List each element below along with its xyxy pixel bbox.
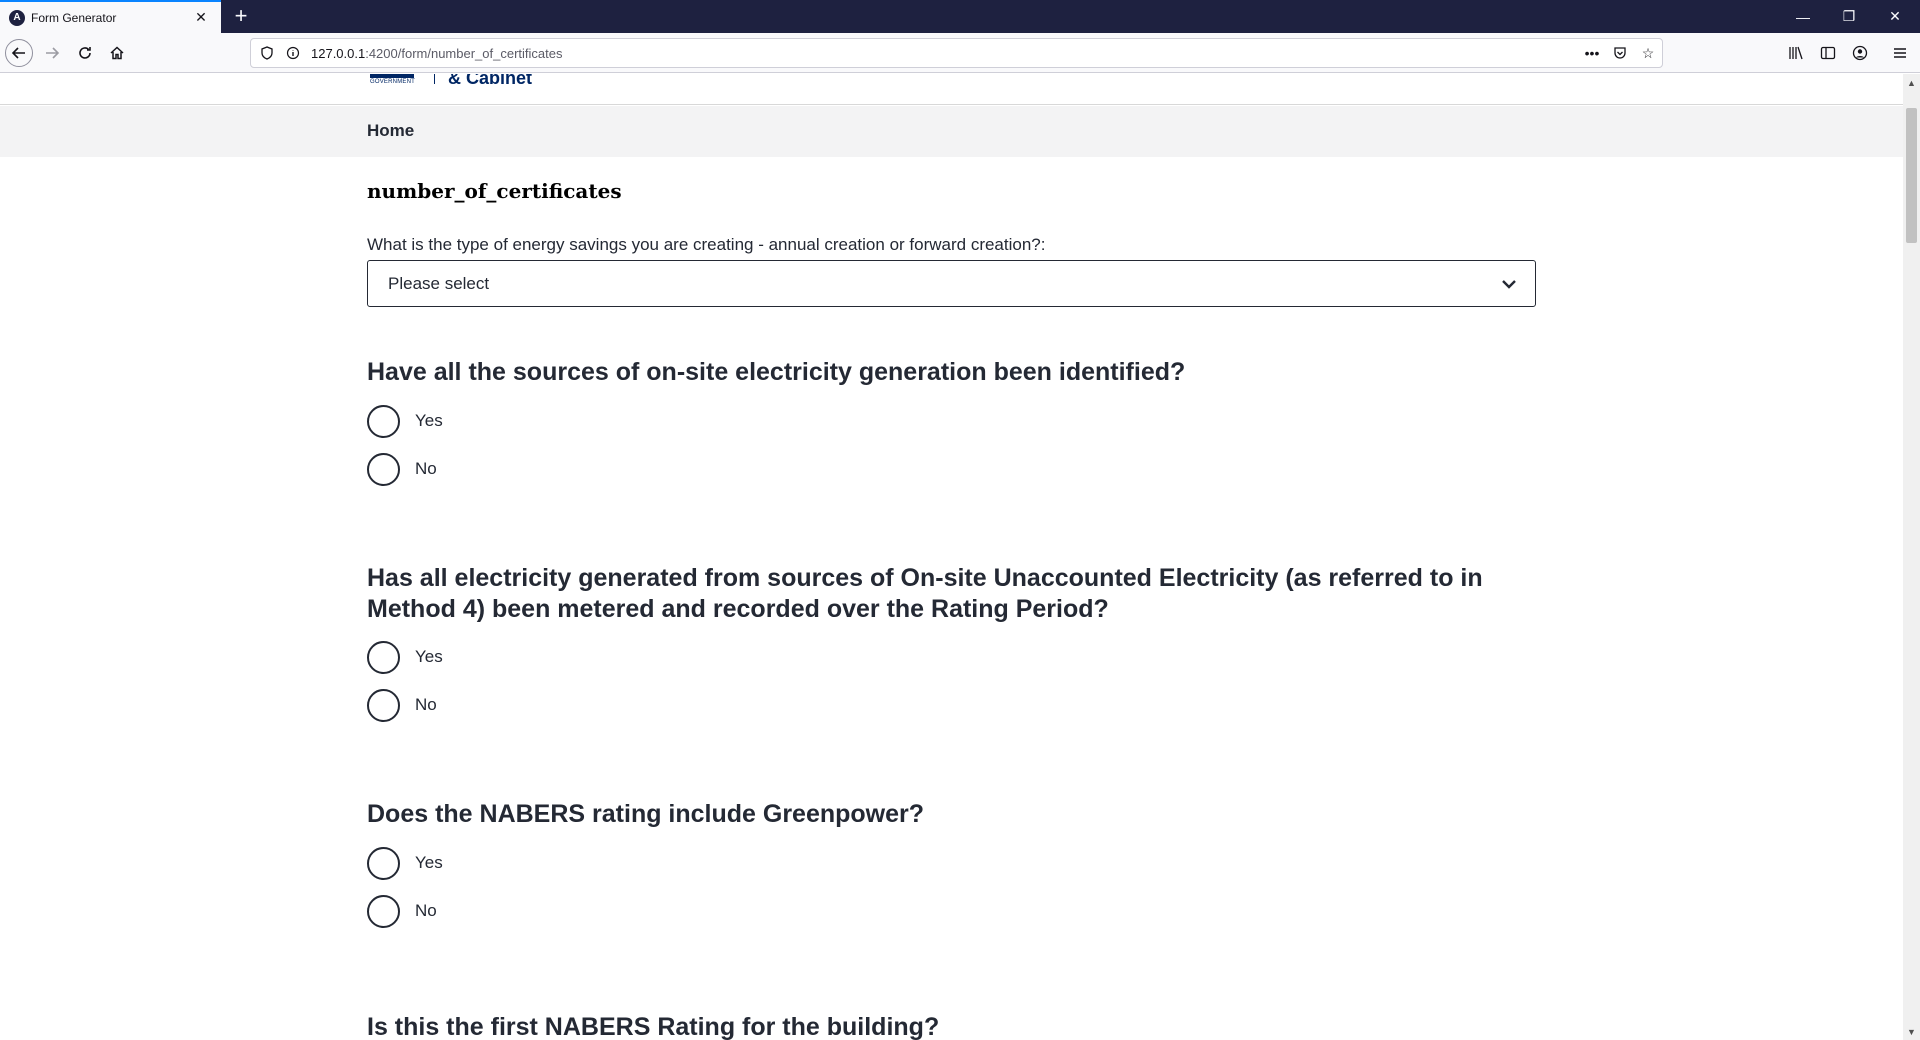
question-first-nabers-rating: Is this the first NABERS Rating for the … <box>367 1013 940 1040</box>
scroll-up-icon[interactable]: ▲ <box>1903 74 1920 91</box>
forward-button[interactable] <box>38 39 66 67</box>
back-button[interactable] <box>5 39 33 67</box>
scrollbar-thumb[interactable] <box>1906 108 1917 243</box>
question-greenpower: Does the NABERS rating include Greenpowe… <box>367 800 925 828</box>
select-value: Please select <box>388 273 490 293</box>
hamburger-icon[interactable] <box>1886 39 1914 67</box>
close-window-icon[interactable]: ✕ <box>1872 0 1918 33</box>
arrow-left-icon <box>11 47 25 59</box>
page-scrollbar[interactable]: ▲ ▼ <box>1903 74 1920 1040</box>
url-path: :4200/form/number_of_certificates <box>365 45 563 61</box>
question-onsite-sources: Have all the sources of on-site electric… <box>367 358 1186 386</box>
radio-button[interactable] <box>367 846 400 880</box>
new-tab-button[interactable]: + <box>229 4 253 28</box>
radio-label: Yes <box>415 853 443 872</box>
radio-label: No <box>415 459 437 478</box>
reload-icon <box>79 47 91 59</box>
nsw-government-logo[interactable]: GOVERNMENT <box>368 74 418 86</box>
chevron-down-icon <box>1497 272 1521 296</box>
radio-onsite-sources-no[interactable]: No <box>367 452 437 486</box>
browser-tab-active[interactable]: A Form Generator ✕ <box>0 0 221 33</box>
info-icon[interactable] <box>283 43 303 63</box>
radio-greenpower-yes[interactable]: Yes <box>367 846 443 880</box>
radio-label: Yes <box>415 647 443 666</box>
angular-favicon-icon: A <box>9 9 25 26</box>
home-icon <box>110 46 124 60</box>
shield-icon[interactable] <box>257 43 277 63</box>
home-button[interactable] <box>103 39 131 67</box>
logo-department-name: & Cabinet <box>448 74 533 88</box>
radio-unaccounted-electricity-no[interactable]: No <box>367 688 437 722</box>
radio-onsite-sources-yes[interactable]: Yes <box>367 404 443 438</box>
star-icon[interactable]: ☆ <box>1634 39 1662 67</box>
radio-greenpower-no[interactable]: No <box>367 894 437 928</box>
main-navigation: Home <box>0 106 1903 157</box>
radio-button[interactable] <box>367 640 400 674</box>
question-unaccounted-electricity: Has all electricity generated from sourc… <box>367 564 1483 623</box>
energy-savings-type-label: What is the type of energy savings you a… <box>367 235 1046 254</box>
pocket-icon[interactable] <box>1606 39 1634 67</box>
radio-unaccounted-electricity-yes[interactable]: Yes <box>367 640 443 674</box>
logo-divider <box>434 74 435 84</box>
browser-tab-bar: A Form Generator ✕ + — ❐ ✕ <box>0 0 1920 33</box>
energy-savings-type-select[interactable]: Please select <box>367 260 1536 307</box>
url-bar[interactable]: 127.0.0.1:4200/form/number_of_certificat… <box>250 38 1663 68</box>
close-tab-icon[interactable]: ✕ <box>191 8 211 28</box>
form-title: number_of_certificates <box>367 179 622 203</box>
reload-button[interactable] <box>71 39 99 67</box>
site-header: GOVERNMENT & Cabinet <box>0 74 1903 105</box>
account-icon[interactable] <box>1846 39 1874 67</box>
tab-title: Form Generator <box>31 10 117 25</box>
radio-button[interactable] <box>367 894 400 928</box>
url-text[interactable]: 127.0.0.1:4200/form/number_of_certificat… <box>311 46 1578 61</box>
more-dots-icon[interactable]: ••• <box>1578 39 1606 67</box>
arrow-right-icon <box>46 47 60 59</box>
url-host: 127.0.0.1 <box>311 45 366 61</box>
sidebar-icon[interactable] <box>1814 39 1842 67</box>
minimize-window-icon[interactable]: — <box>1780 0 1826 33</box>
logo-gov-small-text: GOVERNMENT <box>370 79 416 85</box>
library-icon[interactable] <box>1782 39 1810 67</box>
browser-toolbar: 127.0.0.1:4200/form/number_of_certificat… <box>0 33 1920 73</box>
radio-label: No <box>415 901 437 920</box>
scroll-down-icon[interactable]: ▼ <box>1903 1023 1920 1040</box>
radio-button[interactable] <box>367 404 400 438</box>
radio-label: Yes <box>415 411 443 430</box>
page-viewport: GOVERNMENT & Cabinet Home number_of_cert… <box>0 74 1903 1040</box>
restore-window-icon[interactable]: ❐ <box>1826 0 1872 33</box>
radio-button[interactable] <box>367 688 400 722</box>
nav-home-link[interactable]: Home <box>367 121 414 141</box>
radio-label: No <box>415 695 437 714</box>
radio-button[interactable] <box>367 452 400 486</box>
